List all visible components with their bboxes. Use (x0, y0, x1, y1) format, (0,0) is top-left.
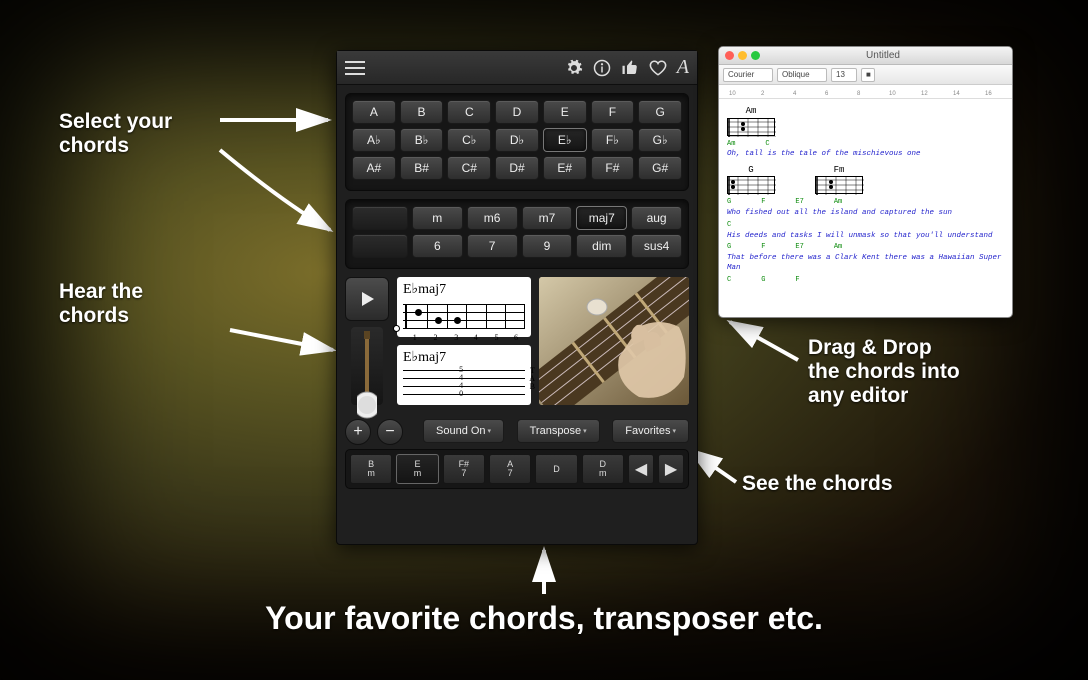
quality-button-blank (352, 234, 408, 258)
note-button-Esharp[interactable]: E# (543, 156, 587, 180)
svg-text:6: 6 (825, 91, 829, 97)
note-button-F[interactable]: F (591, 100, 635, 124)
favorite-slot-5[interactable]: Dm (582, 454, 624, 484)
add-favorite-button[interactable]: + (345, 419, 371, 445)
editor-chord-diagram: G (727, 164, 775, 195)
menu-icon[interactable] (345, 61, 365, 75)
note-button-G[interactable]: G (638, 100, 682, 124)
editor-chord-diagram: Am (727, 105, 775, 136)
style-select[interactable]: Oblique (777, 68, 827, 82)
favorite-slot-3[interactable]: A7 (489, 454, 531, 484)
callout-see-chords: See the chords (742, 472, 893, 496)
note-button-A[interactable]: A (352, 100, 396, 124)
app-topbar: A (337, 51, 697, 85)
note-button-Dsharp[interactable]: D# (495, 156, 539, 180)
favorite-slot-0[interactable]: Bm (350, 454, 392, 484)
info-icon[interactable] (593, 56, 611, 79)
chord-diagram-fretboard[interactable]: E♭maj7 (397, 277, 531, 337)
note-button-Gflat[interactable]: G♭ (638, 128, 682, 152)
zoom-icon[interactable] (751, 51, 760, 60)
favorite-slot-4[interactable]: D (535, 454, 577, 484)
size-select[interactable]: 13 (831, 68, 857, 82)
note-button-Aflat[interactable]: A♭ (352, 128, 396, 152)
chord-label: E♭maj7 (403, 281, 525, 298)
quality-selector-panel: mm6m7maj7aug 679dimsus4 (337, 199, 697, 277)
quality-button-blank (352, 206, 408, 230)
color-select[interactable]: ■ (861, 68, 875, 82)
svg-text:14: 14 (953, 91, 960, 97)
tab-label: E♭maj7 (403, 349, 525, 366)
note-button-Gsharp[interactable]: G# (638, 156, 682, 180)
editor-ruler: 10 2 4 6 8 10 12 14 16 (719, 85, 1012, 99)
svg-text:16: 16 (985, 91, 992, 97)
note-button-Bsharp[interactable]: B# (400, 156, 444, 180)
callout-select-chords: Select your chords (59, 110, 172, 158)
favorites-menu[interactable]: Favorites▾ (612, 419, 689, 443)
chord-photo[interactable] (539, 277, 689, 405)
minimize-icon[interactable] (738, 51, 747, 60)
quality-button-m6[interactable]: m6 (467, 206, 518, 230)
svg-text:10: 10 (729, 91, 736, 97)
favorites-prev-button[interactable]: ◀ (628, 454, 654, 484)
callout-favorites: Your favorite chords, transposer etc. (0, 600, 1088, 637)
note-button-Asharp[interactable]: A# (352, 156, 396, 180)
editor-chord-diagram: Fm (815, 164, 863, 195)
quality-button-dim[interactable]: dim (576, 234, 627, 258)
heart-icon[interactable] (649, 56, 667, 79)
favorite-slot-1[interactable]: Em (396, 454, 438, 484)
play-button[interactable] (345, 277, 389, 321)
note-button-Dflat[interactable]: D♭ (495, 128, 539, 152)
note-button-Eflat[interactable]: E♭ (543, 128, 587, 152)
note-button-Csharp[interactable]: C# (447, 156, 491, 180)
editor-title: Untitled (760, 50, 1006, 61)
editor-titlebar: Untitled (719, 47, 1012, 65)
favorites-next-button[interactable]: ▶ (658, 454, 684, 484)
font-icon[interactable]: A (677, 56, 689, 79)
note-button-E[interactable]: E (543, 100, 587, 124)
chord-display-section: E♭maj7 (337, 277, 697, 413)
editor-toolbar: Courier Oblique 13 ■ (719, 65, 1012, 85)
quality-button-m7[interactable]: m7 (522, 206, 573, 230)
thumbs-up-icon[interactable] (621, 56, 639, 79)
text-editor-window: Untitled Courier Oblique 13 ■ 10 2 4 6 8 10 … (718, 46, 1013, 318)
editor-body[interactable]: Am AmCOh, tall is the tale of the mischi… (719, 99, 1012, 292)
quality-button-m[interactable]: m (412, 206, 463, 230)
note-button-Fsharp[interactable]: F# (591, 156, 635, 180)
quality-button-maj7[interactable]: maj7 (576, 206, 627, 230)
quality-button-aug[interactable]: aug (631, 206, 682, 230)
quality-button-7[interactable]: 7 (467, 234, 518, 258)
favorite-slot-2[interactable]: F#7 (443, 454, 485, 484)
svg-text:2: 2 (761, 91, 765, 97)
quality-button-9[interactable]: 9 (522, 234, 573, 258)
note-button-Fflat[interactable]: F♭ (591, 128, 635, 152)
instrument-image (351, 327, 383, 405)
callout-hear-chords: Hear the chords (59, 280, 143, 328)
callout-drag-drop: Drag & Drop the chords into any editor (808, 336, 960, 408)
play-icon (358, 290, 376, 308)
sound-toggle[interactable]: Sound On▾ (423, 419, 504, 443)
note-button-C[interactable]: C (447, 100, 491, 124)
svg-text:4: 4 (793, 91, 797, 97)
close-icon[interactable] (725, 51, 734, 60)
note-button-Cflat[interactable]: C♭ (447, 128, 491, 152)
note-selector-panel: ABCDEFG A♭B♭C♭D♭E♭F♭G♭ A#B#C#D#E#F#G# (337, 85, 697, 199)
transpose-menu[interactable]: Transpose▾ (517, 419, 600, 443)
chord-app-panel: A ABCDEFGA♭B♭C♭D♭E♭F♭G♭A#B#C#D#E#F#G# mm… (336, 50, 698, 545)
font-select[interactable]: Courier (723, 68, 773, 82)
gear-icon[interactable] (565, 56, 583, 79)
note-button-D[interactable]: D (495, 100, 539, 124)
svg-text:10: 10 (889, 91, 896, 97)
quality-button-6[interactable]: 6 (412, 234, 463, 258)
svg-text:8: 8 (857, 91, 861, 97)
bottom-toolbar: + − Sound On▾ Transpose▾ Favorites▾ BmEm… (337, 413, 697, 497)
note-button-B[interactable]: B (400, 100, 444, 124)
chord-diagram-tab[interactable]: E♭maj7 T A B 5 4 4 0 (397, 345, 531, 405)
note-button-Bflat[interactable]: B♭ (400, 128, 444, 152)
quality-button-sus4[interactable]: sus4 (631, 234, 682, 258)
remove-favorite-button[interactable]: − (377, 419, 403, 445)
svg-text:12: 12 (921, 91, 928, 97)
